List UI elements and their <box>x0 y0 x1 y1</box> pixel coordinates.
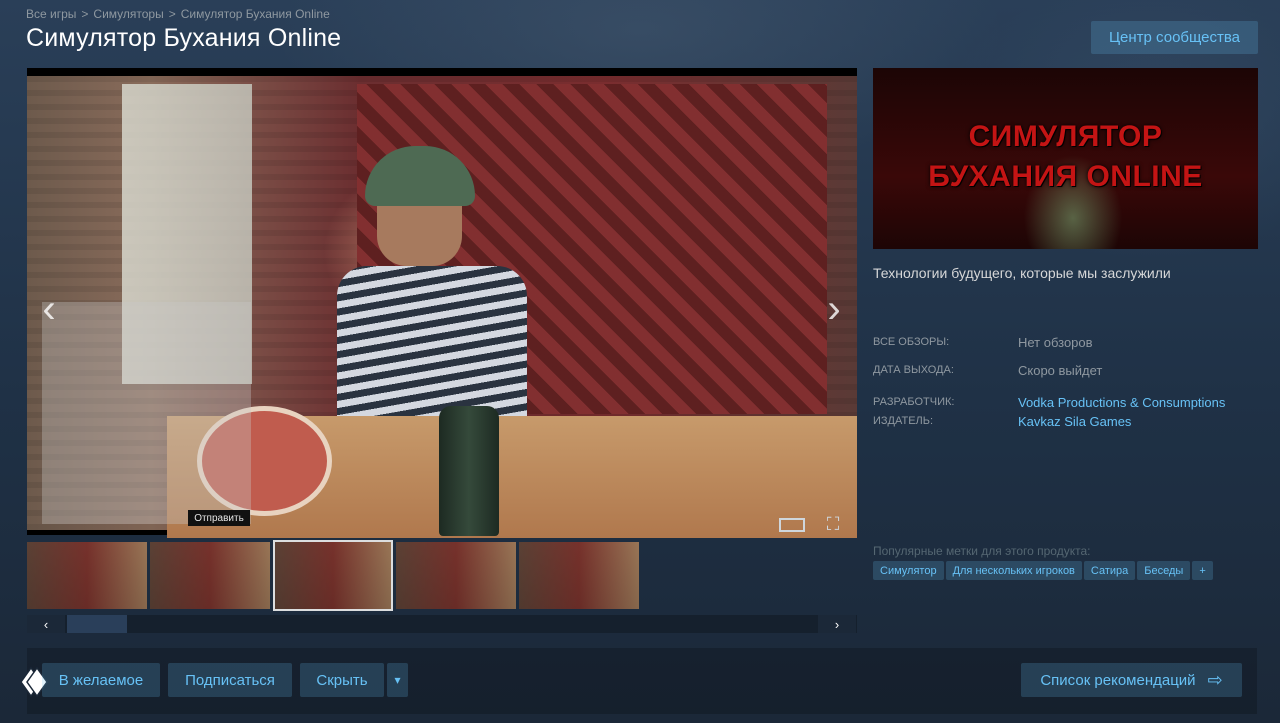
reviews-label: ВСЕ ОБЗОРЫ: <box>873 336 950 348</box>
previous-media-icon[interactable]: ‹ <box>29 284 69 334</box>
thumbnail-active[interactable] <box>273 540 393 611</box>
community-hub-button[interactable]: Центр сообщества <box>1091 21 1258 54</box>
thumbnail-strip <box>27 540 857 611</box>
add-to-wishlist-button[interactable]: В желаемое <box>42 663 160 697</box>
action-bar: В желаемое Подписаться Скрыть ▾ Список р… <box>21 648 1257 714</box>
release-date-value: Скоро выйдет <box>1018 363 1103 378</box>
breadcrumb-separator: > <box>168 7 176 21</box>
add-tag-button[interactable]: + <box>1192 561 1213 580</box>
tags-title: Популярные метки для этого продукта: <box>873 544 1091 558</box>
scene-character-shirt <box>337 266 527 436</box>
publisher-link[interactable]: Kavkaz Sila Games <box>1018 414 1131 429</box>
thumbnail[interactable] <box>396 542 516 609</box>
queue-arrow-icon: ⇨ <box>1207 669 1223 690</box>
scroll-left-button[interactable]: ‹ <box>27 615 65 633</box>
developer-link[interactable]: Vodka Productions & Consumptions <box>1018 395 1225 410</box>
release-date-label: ДАТА ВЫХОДА: <box>873 364 954 376</box>
capsule-title-line2: БУХАНИЯ ONLINE <box>928 160 1203 193</box>
next-media-icon[interactable]: › <box>814 284 854 334</box>
game-capsule-image: СИМУЛЯТОР БУХАНИЯ ONLINE <box>873 68 1258 249</box>
page-title: Симулятор Бухания Online <box>26 24 342 52</box>
scrollbar-handle[interactable] <box>67 615 127 633</box>
ignore-dropdown-icon[interactable]: ▾ <box>387 663 408 697</box>
widescreen-icon[interactable] <box>779 518 805 532</box>
discovery-queue-button[interactable]: Список рекомендаций ⇨ <box>1021 663 1242 697</box>
developer-label: РАЗРАБОТЧИК: <box>873 396 955 408</box>
thumbnail[interactable] <box>150 542 270 609</box>
thumbnail[interactable] <box>27 542 147 609</box>
scroll-right-button[interactable]: › <box>818 615 856 633</box>
breadcrumb-all-games[interactable]: Все игры <box>26 7 76 21</box>
breadcrumb-current-game[interactable]: Симулятор Бухания Online <box>181 7 330 21</box>
tag-conversation[interactable]: Беседы <box>1137 561 1191 580</box>
follow-button[interactable]: Подписаться <box>168 663 292 697</box>
tag-list: Симулятор Для нескольких игроков Сатира … <box>873 561 1213 580</box>
ignore-button[interactable]: Скрыть <box>300 663 384 697</box>
breadcrumb-separator: > <box>81 7 89 21</box>
video-overlay-box <box>42 302 251 524</box>
breadcrumb: Все игры > Симуляторы > Симулятор Бухания On… <box>26 7 330 21</box>
fullscreen-icon[interactable]: ⛶ <box>822 514 844 534</box>
tag-simulator[interactable]: Симулятор <box>873 561 944 580</box>
tag-satire[interactable]: Сатира <box>1083 561 1136 580</box>
media-player[interactable]: Отправить ‹ › ⛶ <box>27 68 857 538</box>
publisher-label: ИЗДАТЕЛЬ: <box>873 415 934 427</box>
game-description: Технологии будущего, которые мы заслужил… <box>873 265 1171 281</box>
reviews-value: Нет обзоров <box>1018 335 1093 350</box>
thumbnail[interactable] <box>519 542 639 609</box>
tag-multiplayer[interactable]: Для нескольких игроков <box>945 561 1082 580</box>
scene-character-hat <box>365 146 475 206</box>
discovery-queue-label: Список рекомендаций <box>1040 671 1196 689</box>
scene-bottle <box>439 406 499 536</box>
send-label[interactable]: Отправить <box>188 510 250 526</box>
scene-character <box>317 116 547 436</box>
thumbnail-scrollbar[interactable]: ‹ › <box>27 615 857 633</box>
screenshot-image: Отправить ‹ › ⛶ <box>27 76 857 538</box>
capsule-title-line1: СИМУЛЯТОР <box>968 120 1163 153</box>
breadcrumb-simulators[interactable]: Симуляторы <box>93 7 163 21</box>
